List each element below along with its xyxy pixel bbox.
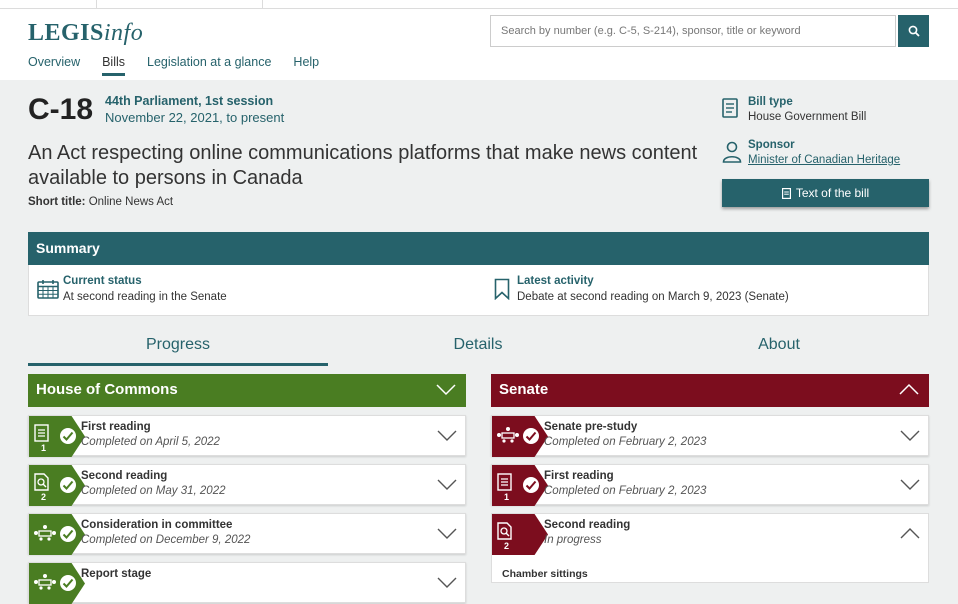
chevron-down-icon[interactable] xyxy=(437,575,457,589)
stage-status: Completed on April 5, 2022 xyxy=(81,436,220,448)
parliament-session: 44th Parliament, 1st session xyxy=(105,94,274,108)
tab-divider xyxy=(96,0,97,9)
stage-status: Completed on December 9, 2022 xyxy=(81,534,251,546)
nav-legislation-at-a-glance[interactable]: Legislation at a glance xyxy=(147,55,271,76)
chevron-down-icon[interactable] xyxy=(900,428,920,442)
site-header: LEGISinfo Search by number (e.g. C-5, S-… xyxy=(0,9,958,80)
short-title: Short title: Online News Act xyxy=(28,196,173,208)
stage-number: 1 xyxy=(41,443,47,453)
search-input[interactable]: Search by number (e.g. C-5, S-214), spon… xyxy=(490,15,896,47)
stage-item[interactable]: 2 Second reading Completed on May 31, 2022 xyxy=(28,464,466,506)
stage-status: In progress xyxy=(544,534,602,546)
bookmark-icon xyxy=(494,278,510,300)
search-icon xyxy=(908,25,920,37)
stage-flag: 2 xyxy=(492,514,548,555)
file-icon xyxy=(781,187,791,199)
chamber-sittings-label: Chamber sittings xyxy=(502,568,588,580)
tab-about[interactable]: About xyxy=(629,336,929,366)
summary-panel: Current status At second reading in the … xyxy=(28,265,929,316)
check-circle-icon xyxy=(521,426,541,446)
calendar-icon xyxy=(37,280,59,299)
text-of-the-bill-label: Text of the bill xyxy=(795,186,870,200)
current-status: Current status At second reading in the … xyxy=(63,275,227,303)
text-of-the-bill-button[interactable]: Text of the bill xyxy=(722,179,929,207)
check-circle-icon xyxy=(521,475,541,495)
bill-type-block: Bill type House Government Bill xyxy=(722,96,866,123)
sponsor-link[interactable]: Minister of Canadian Heritage xyxy=(748,154,900,166)
chevron-down-icon[interactable] xyxy=(437,477,457,491)
stage-name: First reading xyxy=(81,421,151,433)
short-title-label: Short title: xyxy=(28,196,86,208)
stage-status: Completed on February 2, 2023 xyxy=(544,436,707,448)
nav-help[interactable]: Help xyxy=(293,55,319,76)
senate-title: Senate xyxy=(499,381,549,398)
bill-number: C-18 xyxy=(28,93,94,126)
bill-title: An Act respecting online communications … xyxy=(28,142,698,189)
current-status-label: Current status xyxy=(63,275,142,287)
document-icon xyxy=(722,98,738,118)
tab-divider xyxy=(262,0,263,9)
chevron-down-icon[interactable] xyxy=(437,526,457,540)
bill-type-label: Bill type xyxy=(748,96,793,108)
bill-tabs: Progress Details About xyxy=(28,336,929,366)
stage-name: Second reading xyxy=(544,519,631,531)
person-icon xyxy=(722,141,742,163)
chevron-down-icon[interactable] xyxy=(900,477,920,491)
latest-activity-value: Debate at second reading on March 9, 202… xyxy=(517,291,789,303)
bill-type-value: House Government Bill xyxy=(748,111,867,123)
stage-name: Report stage xyxy=(81,568,152,580)
stage-name: Consideration in committee xyxy=(81,519,233,531)
stage-item[interactable]: Report stage xyxy=(28,562,466,604)
stage-status: Completed on February 2, 2023 xyxy=(544,485,707,497)
short-title-value: Online News Act xyxy=(88,196,174,208)
latest-activity-label: Latest activity xyxy=(517,275,594,287)
nav-bills[interactable]: Bills xyxy=(102,55,126,76)
bill-dates: November 22, 2021, to present xyxy=(105,110,285,125)
search-button[interactable] xyxy=(898,15,929,47)
stage-name: Senate pre-study xyxy=(544,421,638,433)
current-status-value: At second reading in the Senate xyxy=(63,291,227,303)
stage-item[interactable]: Senate pre-study Completed on February 2,… xyxy=(491,415,929,457)
latest-activity: Latest activity Debate at second reading… xyxy=(517,275,789,303)
stage-name: Second reading xyxy=(81,470,168,482)
tab-details[interactable]: Details xyxy=(328,336,628,366)
sponsor-label: Sponsor xyxy=(748,139,795,151)
stage-number: 2 xyxy=(41,492,47,502)
stage-item[interactable]: Consideration in committee Completed on D… xyxy=(28,513,466,555)
stage-item[interactable]: 1 First reading Completed on February 2, 2… xyxy=(491,464,929,506)
house-of-commons-header[interactable]: House of Commons xyxy=(28,374,466,407)
check-circle-icon xyxy=(58,475,78,495)
main-nav: Overview Bills Legislation at a glance H… xyxy=(28,55,341,76)
logo-italic: info xyxy=(103,20,144,46)
tab-progress[interactable]: Progress xyxy=(28,336,328,366)
summary-heading: Summary xyxy=(28,232,929,265)
chevron-up-icon[interactable] xyxy=(900,526,920,540)
chevron-up-icon xyxy=(899,383,919,395)
logo-bold: LEGIS xyxy=(28,20,104,46)
legisinfo-logo[interactable]: LEGISinfo xyxy=(28,20,143,47)
browser-top-strip xyxy=(0,0,958,9)
chevron-down-icon xyxy=(436,384,456,396)
check-circle-icon xyxy=(58,573,78,593)
house-of-commons-title: House of Commons xyxy=(36,381,178,398)
chevron-down-icon[interactable] xyxy=(437,428,457,442)
check-circle-icon xyxy=(58,524,78,544)
nav-overview[interactable]: Overview xyxy=(28,55,80,76)
stage-number: 2 xyxy=(504,541,510,551)
stage-number: 1 xyxy=(504,492,510,502)
stage-name: First reading xyxy=(544,470,614,482)
sponsor-block: Sponsor Minister of Canadian Heritage xyxy=(722,139,900,166)
senate-header[interactable]: Senate xyxy=(491,374,929,407)
stage-status: Completed on May 31, 2022 xyxy=(81,485,226,497)
check-circle-icon xyxy=(58,426,78,446)
stage-item[interactable]: 1 First reading Completed on April 5, 2022 xyxy=(28,415,466,457)
